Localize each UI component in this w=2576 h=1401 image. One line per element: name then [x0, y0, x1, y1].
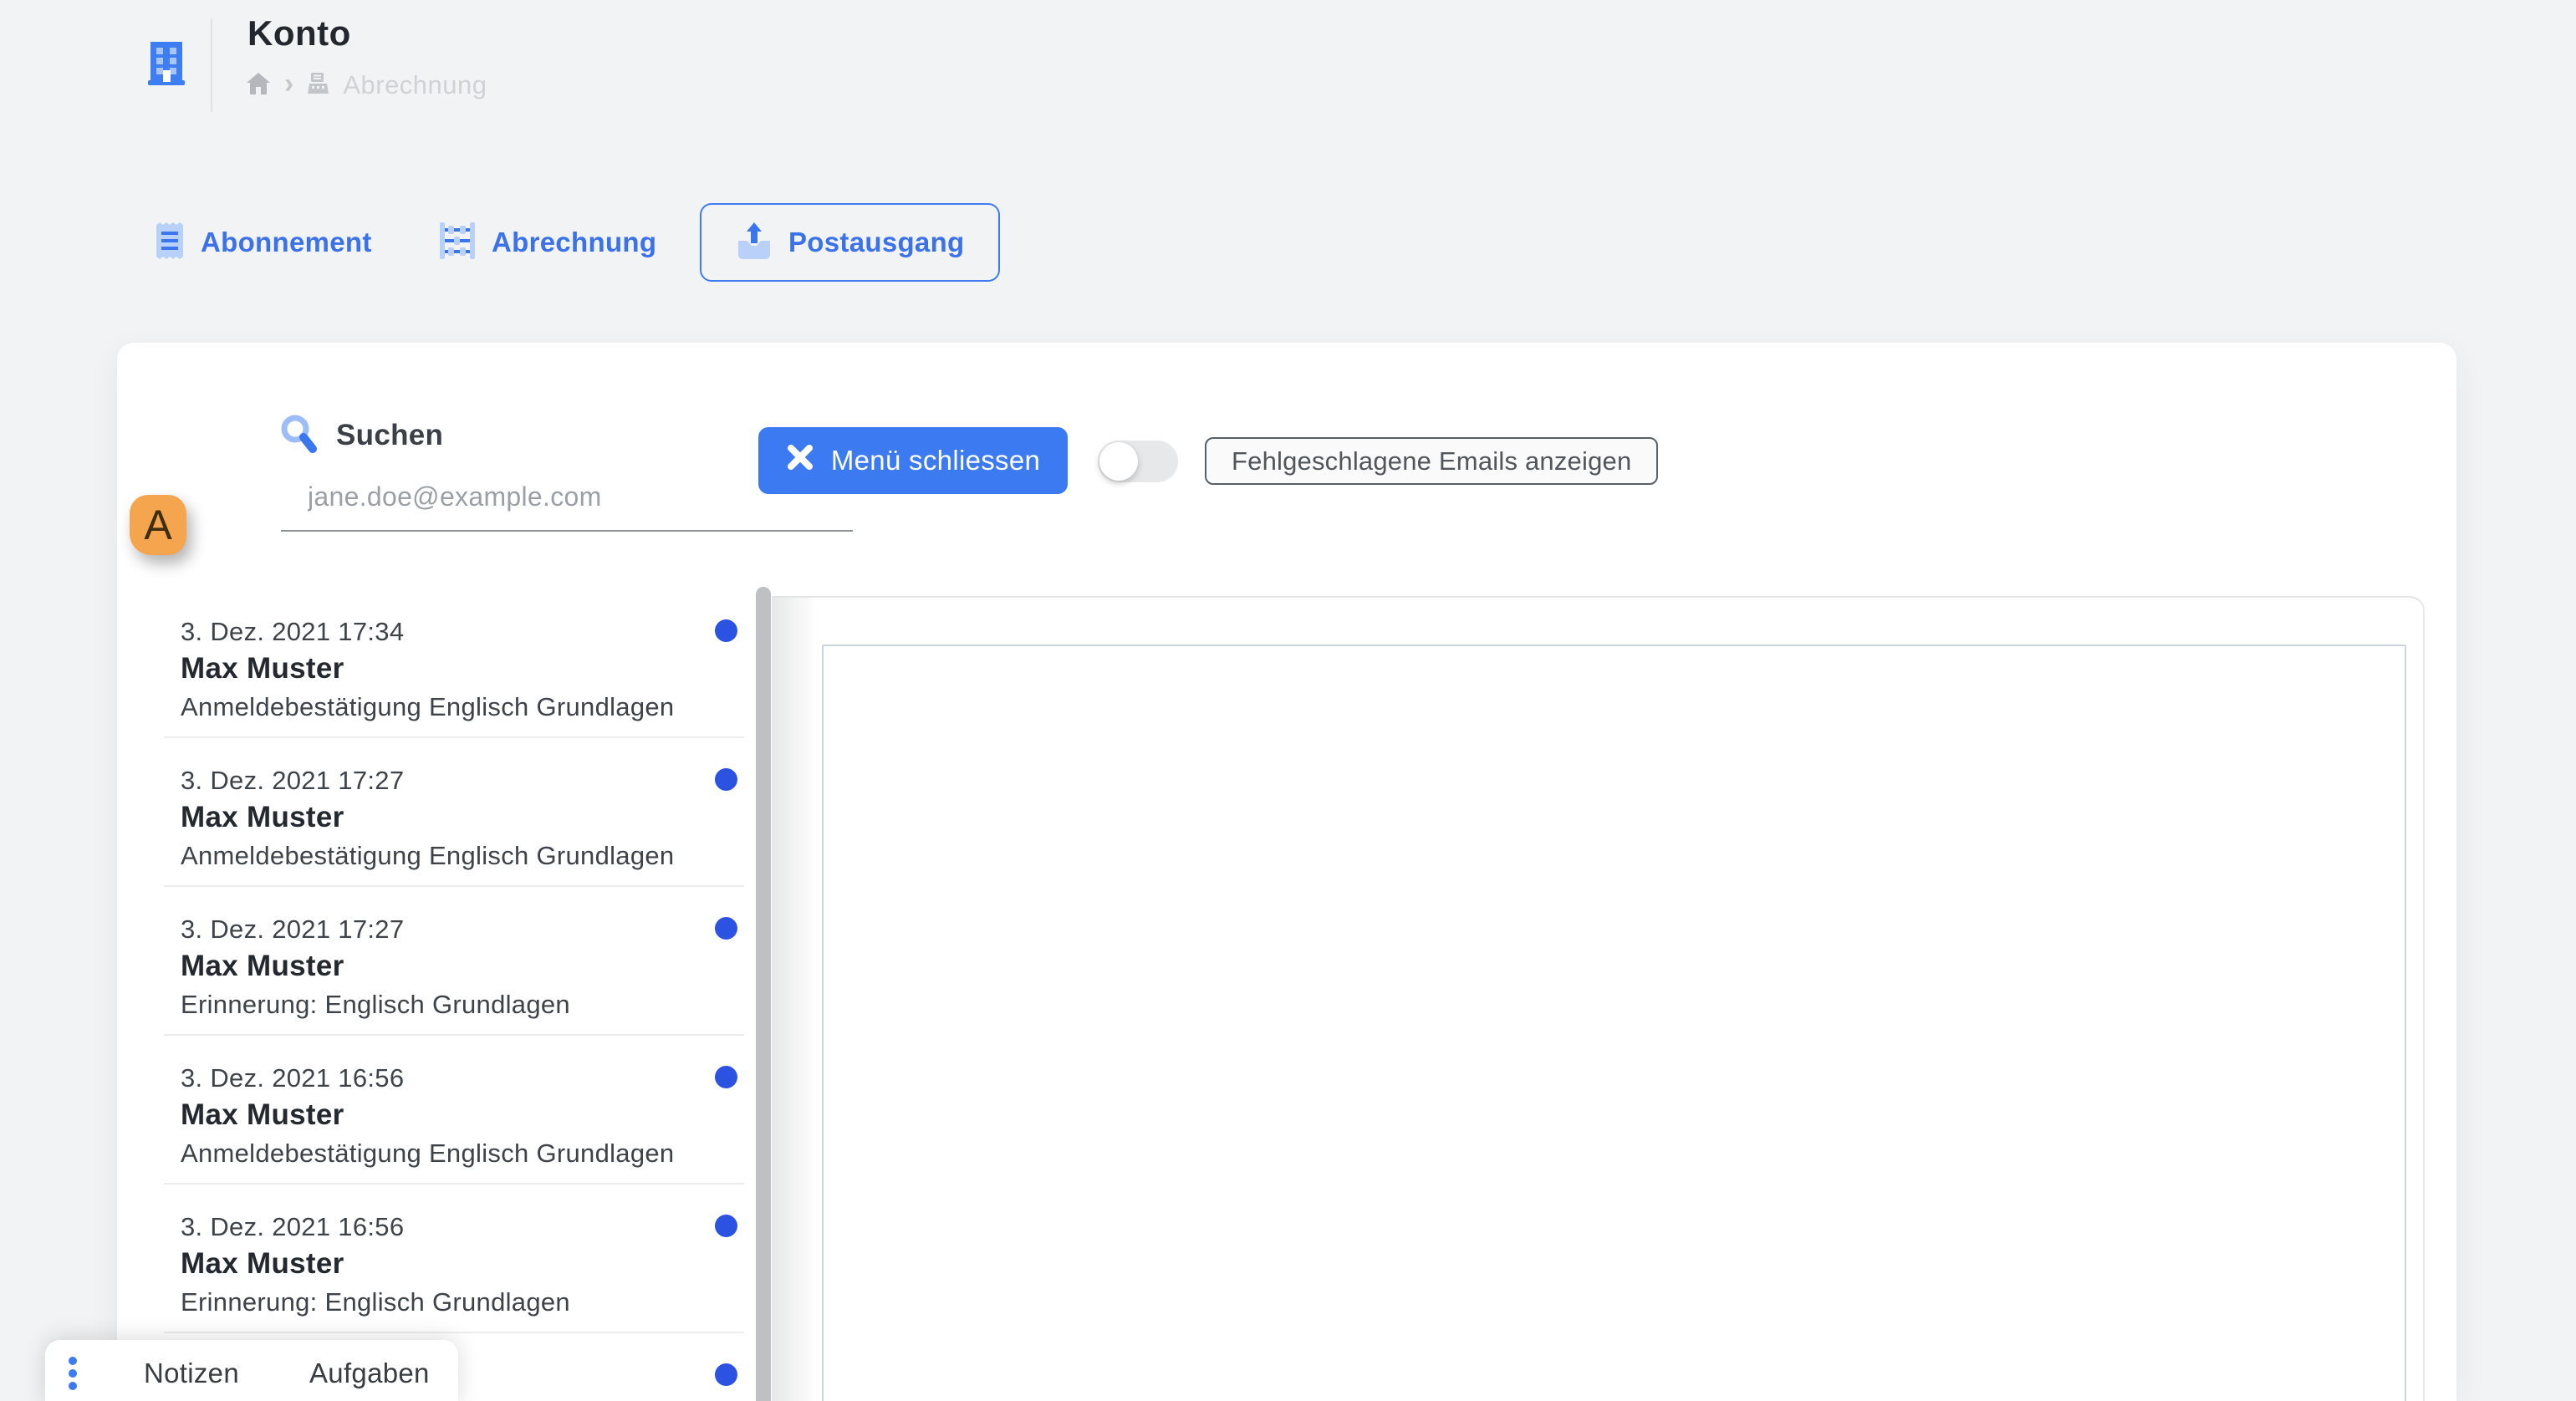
email-date: 3. Dez. 2021 17:34: [181, 617, 694, 647]
billing-icon: [307, 72, 329, 99]
tab-label: Abonnement: [201, 227, 372, 258]
unread-dot: [715, 1363, 737, 1386]
email-sender: Max Muster: [181, 1246, 694, 1282]
postausgang-panel: Suchen Menü schliessen Fehlgeschlagene E…: [117, 343, 2456, 1401]
email-sender: Max Muster: [181, 650, 694, 687]
unread-dot: [715, 768, 737, 791]
email-detail-panel: [772, 596, 2425, 1401]
email-list-item[interactable]: 3. Dez. 2021 16:56 Max Muster Erinnerung…: [164, 1184, 744, 1333]
email-subject: Erinnerung: Englisch Grundlagen: [181, 988, 694, 1021]
search-header: Suchen: [279, 413, 443, 457]
failed-emails-button[interactable]: Fehlgeschlagene Emails anzeigen: [1205, 437, 1658, 485]
list-scrollbar-thumb[interactable]: [756, 587, 771, 1401]
tab-abrechnung[interactable]: Abrechnung: [438, 209, 656, 276]
unread-dot: [715, 1215, 737, 1237]
konto-page: Konto › Abrechnung Abonnement: [0, 0, 2576, 1401]
email-sender: Max Muster: [181, 948, 694, 985]
bottom-widget-bar: Notizen Aufgaben: [45, 1340, 458, 1401]
unread-dot: [715, 619, 737, 642]
abacus-icon: [438, 222, 477, 264]
close-menu-label: Menü schliessen: [831, 445, 1040, 476]
header-divider: [211, 18, 212, 112]
email-subject: Anmeldebestätigung Englisch Grundlagen: [181, 690, 694, 724]
failed-emails-toggle[interactable]: [1098, 441, 1178, 482]
email-date: 3. Dez. 2021 16:56: [181, 1212, 694, 1242]
close-menu-button[interactable]: Menü schliessen: [758, 427, 1068, 494]
tab-postausgang[interactable]: Postausgang: [700, 203, 1000, 282]
email-date: 3. Dez. 2021 16:56: [181, 1063, 694, 1093]
subscription-icon: [154, 222, 186, 264]
kebab-menu-icon[interactable]: [67, 1355, 79, 1392]
email-subject: Anmeldebestätigung Englisch Grundlagen: [181, 1137, 694, 1170]
email-list-item[interactable]: 3. Dez. 2021 16:56 Max Muster Anmeldebes…: [164, 1036, 744, 1184]
search-label: Suchen: [336, 419, 443, 452]
email-subject: Anmeldebestätigung Englisch Grundlagen: [181, 839, 694, 873]
outbox-icon: [735, 221, 773, 265]
tab-abonnement[interactable]: Abonnement: [154, 209, 372, 276]
tab-notizen[interactable]: Notizen: [109, 1358, 274, 1389]
search-icon: [279, 413, 318, 457]
tab-label: Abrechnung: [492, 227, 656, 258]
annotation-badge-a: A: [130, 495, 186, 555]
failed-emails-label: Fehlgeschlagene Emails anzeigen: [1232, 446, 1631, 476]
unread-dot: [715, 1066, 737, 1088]
unread-dot: [715, 917, 737, 940]
page-title: Konto: [247, 13, 351, 53]
panel-left-shadow: [772, 598, 819, 1401]
breadcrumb-chevron-icon: ›: [284, 69, 293, 98]
breadcrumb: › Abrechnung: [246, 69, 487, 102]
email-date: 3. Dez. 2021 17:27: [181, 766, 694, 796]
email-preview-area: [822, 644, 2406, 1401]
email-list-item[interactable]: 3. Dez. 2021 17:34 Max Muster Anmeldebes…: [164, 589, 744, 738]
email-subject: Erinnerung: Englisch Grundlagen: [181, 1286, 694, 1319]
email-list-item[interactable]: 3. Dez. 2021 17:27 Max Muster Anmeldebes…: [164, 738, 744, 887]
email-date: 3. Dez. 2021 17:27: [181, 914, 694, 945]
email-list-item[interactable]: 3. Dez. 2021 17:27 Max Muster Erinnerung…: [164, 887, 744, 1036]
tab-aufgaben[interactable]: Aufgaben: [274, 1358, 465, 1389]
email-sender: Max Muster: [181, 1097, 694, 1134]
email-sender: Max Muster: [181, 799, 694, 836]
home-icon[interactable]: [246, 72, 271, 99]
email-list: 3. Dez. 2021 17:34 Max Muster Anmeldebes…: [164, 589, 744, 1401]
close-icon: [786, 443, 814, 478]
tab-label: Postausgang: [788, 227, 965, 258]
toggle-knob: [1099, 442, 1138, 481]
breadcrumb-current: Abrechnung: [343, 70, 487, 100]
building-icon: [147, 38, 186, 91]
